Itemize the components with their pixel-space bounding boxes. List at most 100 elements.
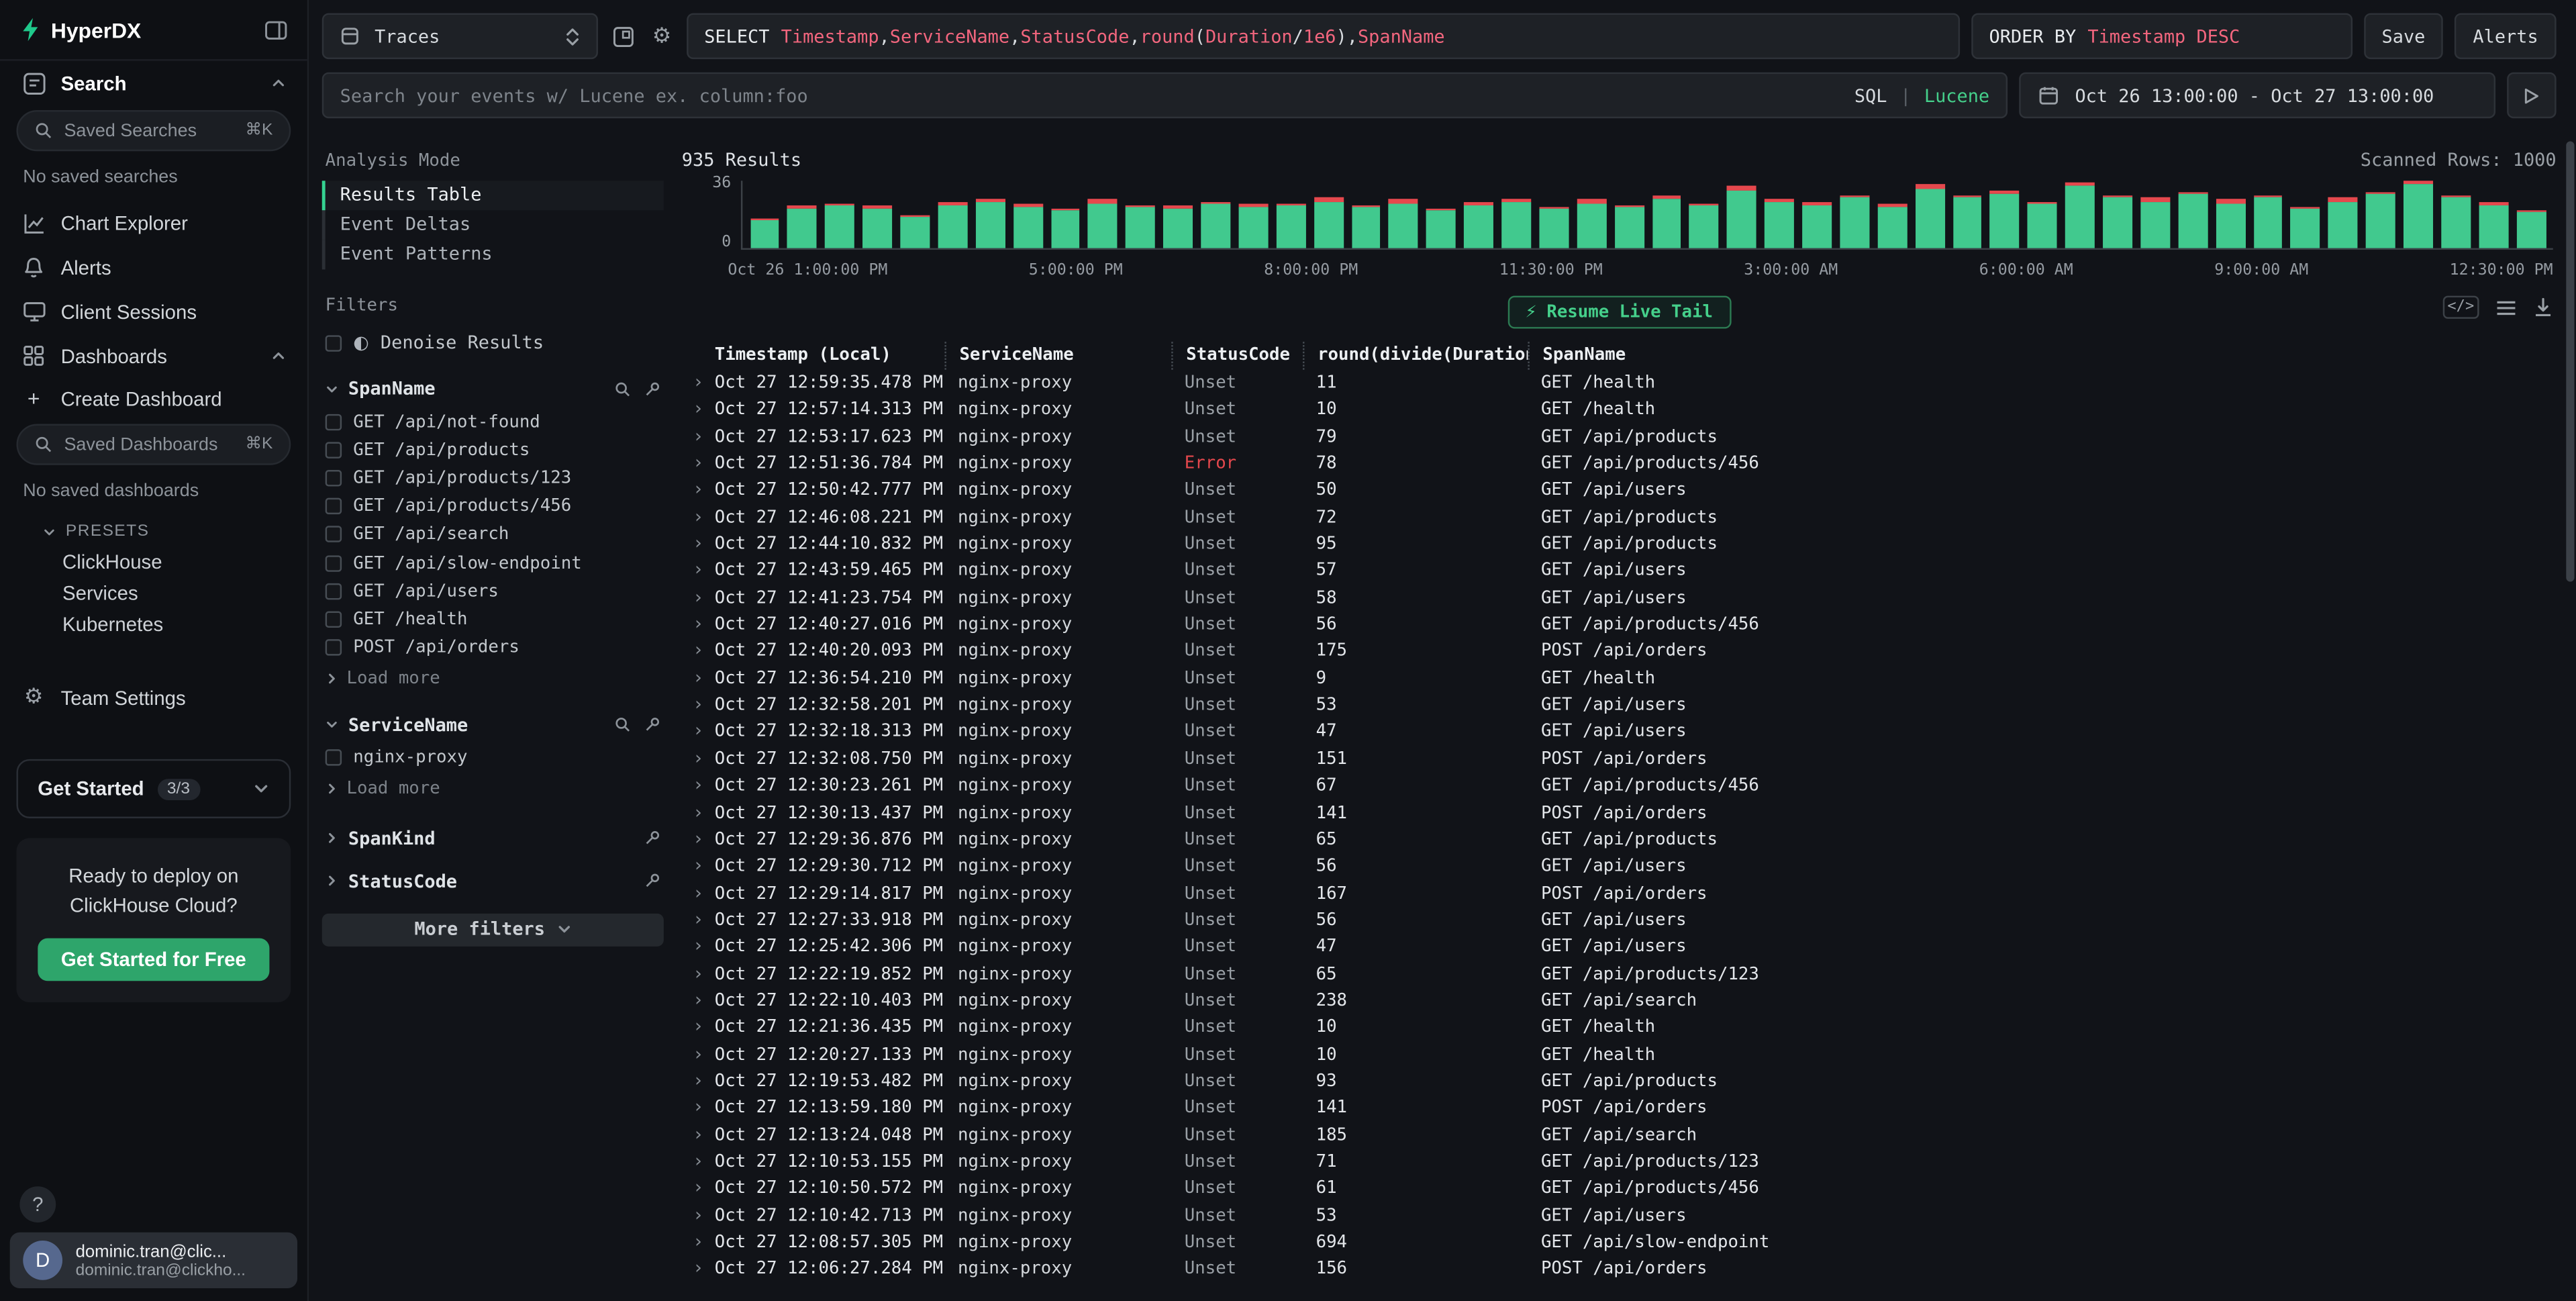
save-button[interactable]: Save <box>2364 13 2444 60</box>
order-by-display[interactable]: ORDER BY Timestamp DESC <box>1971 13 2352 60</box>
row-expand-chevron[interactable]: › <box>682 397 715 424</box>
row-expand-chevron[interactable]: › <box>682 504 715 531</box>
filter-checkbox-item[interactable]: POST /api/orders <box>322 634 664 662</box>
table-row[interactable]: ›Oct 27 12:32:58.201 PMnginx-proxyUnset5… <box>682 692 2557 719</box>
source-settings-gear-icon[interactable]: ⚙ <box>649 26 675 47</box>
filter-checkbox-item[interactable]: GET /api/not-found <box>322 407 664 436</box>
saved-searches-input[interactable]: Saved Searches ⌘K <box>16 110 291 151</box>
pin-icon[interactable] <box>644 830 660 847</box>
table-row[interactable]: ›Oct 27 12:41:23.754 PMnginx-proxyUnset5… <box>682 585 2557 612</box>
chart-bar[interactable] <box>2028 181 2057 248</box>
chart-bar[interactable] <box>1088 181 1118 248</box>
chart-bar[interactable] <box>2103 181 2132 248</box>
row-expand-chevron[interactable]: › <box>682 450 715 477</box>
row-expand-chevron[interactable]: › <box>682 1041 715 1068</box>
row-expand-chevron[interactable]: › <box>682 665 715 692</box>
row-expand-chevron[interactable]: › <box>682 961 715 987</box>
row-expand-chevron[interactable]: › <box>682 746 715 773</box>
table-row[interactable]: ›Oct 27 12:27:33.918 PMnginx-proxyUnset5… <box>682 907 2557 934</box>
chart-bar[interactable] <box>2140 181 2170 248</box>
row-expand-chevron[interactable]: › <box>682 800 715 826</box>
table-row[interactable]: ›Oct 27 12:36:54.210 PMnginx-proxyUnset9… <box>682 665 2557 692</box>
chart-bar[interactable] <box>2216 181 2245 248</box>
chart-bar[interactable] <box>1577 181 1606 248</box>
row-expand-chevron[interactable]: › <box>682 1095 715 1122</box>
code-view-icon[interactable]: </> <box>2442 296 2479 319</box>
table-row[interactable]: ›Oct 27 12:32:08.750 PMnginx-proxyUnset1… <box>682 746 2557 773</box>
table-row[interactable]: ›Oct 27 12:50:42.777 PMnginx-proxyUnset5… <box>682 477 2557 504</box>
get-started-dropdown[interactable]: Get Started 3/3 <box>16 759 291 818</box>
load-more-button[interactable]: Load more <box>322 662 664 698</box>
pin-icon[interactable] <box>644 381 660 397</box>
chevron-up-icon[interactable] <box>271 76 286 91</box>
table-row[interactable]: ›Oct 27 12:30:13.437 PMnginx-proxyUnset1… <box>682 800 2557 826</box>
sidebar-item-services[interactable]: Services <box>0 577 307 608</box>
chart-bar[interactable] <box>1276 181 1305 248</box>
search-input[interactable] <box>340 85 1842 106</box>
source-select[interactable]: Traces <box>322 13 598 60</box>
chart-bar[interactable] <box>1952 181 1982 248</box>
row-expand-chevron[interactable]: › <box>682 826 715 853</box>
hyperdx-logo[interactable]: HyperDX <box>19 17 141 42</box>
table-row[interactable]: ›Oct 27 12:21:36.435 PMnginx-proxyUnset1… <box>682 1014 2557 1041</box>
table-row[interactable]: ›Oct 27 12:08:57.305 PMnginx-proxyUnset6… <box>682 1229 2557 1256</box>
col-header-statuscode[interactable]: StatusCode <box>1171 342 1303 370</box>
row-expand-chevron[interactable]: › <box>682 692 715 719</box>
run-query-button[interactable] <box>2507 73 2556 119</box>
row-expand-chevron[interactable]: › <box>682 773 715 800</box>
row-expand-chevron[interactable]: › <box>682 585 715 612</box>
chart-bar[interactable] <box>1501 181 1531 248</box>
table-row[interactable]: ›Oct 27 12:53:17.623 PMnginx-proxyUnset7… <box>682 424 2557 450</box>
chart-bar[interactable] <box>2178 181 2208 248</box>
chart-bar[interactable] <box>1126 181 1155 248</box>
filter-group-spanname[interactable]: SpanName <box>322 367 664 407</box>
layout-panel-icon[interactable] <box>609 26 638 47</box>
row-expand-chevron[interactable]: › <box>682 1068 715 1095</box>
row-expand-chevron[interactable]: › <box>682 370 715 397</box>
table-row[interactable]: ›Oct 27 12:20:27.133 PMnginx-proxyUnset1… <box>682 1041 2557 1068</box>
chart-bar[interactable] <box>825 181 854 248</box>
row-expand-chevron[interactable]: › <box>682 907 715 934</box>
get-started-for-free-button[interactable]: Get Started for Free <box>38 938 269 981</box>
chart-bar[interactable] <box>900 181 930 248</box>
chart-bar[interactable] <box>1802 181 1832 248</box>
chart-bar[interactable] <box>1877 181 1907 248</box>
row-expand-chevron[interactable]: › <box>682 1122 715 1149</box>
chart-bar[interactable] <box>1464 181 1493 248</box>
chart-bar[interactable] <box>1351 181 1381 248</box>
table-row[interactable]: ›Oct 27 12:10:42.713 PMnginx-proxyUnset5… <box>682 1202 2557 1229</box>
chart-bar[interactable] <box>1652 181 1681 248</box>
chart-bar[interactable] <box>2291 181 2320 248</box>
table-row[interactable]: ›Oct 27 12:10:53.155 PMnginx-proxyUnset7… <box>682 1149 2557 1175</box>
chart-bar[interactable] <box>1689 181 1719 248</box>
chart-bar[interactable] <box>1050 181 1080 248</box>
row-expand-chevron[interactable]: › <box>682 1175 715 1202</box>
table-row[interactable]: ›Oct 27 12:59:35.478 PMnginx-proxyUnset1… <box>682 370 2557 397</box>
col-header-servicename[interactable]: ServiceName <box>944 342 1171 370</box>
chart-bar[interactable] <box>862 181 892 248</box>
chart-bar[interactable] <box>1201 181 1230 248</box>
download-icon[interactable] <box>2533 296 2553 319</box>
chart-bar[interactable] <box>750 181 779 248</box>
table-row[interactable]: ›Oct 27 12:22:19.852 PMnginx-proxyUnset6… <box>682 961 2557 987</box>
alerts-button[interactable]: Alerts <box>2455 13 2556 60</box>
chart-bar[interactable] <box>2404 181 2433 248</box>
row-expand-chevron[interactable]: › <box>682 1229 715 1256</box>
chart-bar[interactable] <box>1314 181 1343 248</box>
table-row[interactable]: ›Oct 27 12:30:23.261 PMnginx-proxyUnset6… <box>682 773 2557 800</box>
table-row[interactable]: ›Oct 27 12:10:50.572 PMnginx-proxyUnset6… <box>682 1175 2557 1202</box>
sidebar-item-alerts[interactable]: Alerts <box>0 245 307 289</box>
row-expand-chevron[interactable]: › <box>682 880 715 907</box>
row-expand-chevron[interactable]: › <box>682 1202 715 1229</box>
filter-checkbox-item[interactable]: GET /api/products/123 <box>322 464 664 492</box>
col-header-spanname[interactable]: SpanName <box>1528 342 2556 370</box>
filter-group-spankind[interactable]: SpanKind <box>322 808 664 857</box>
chart-bar[interactable] <box>2328 181 2358 248</box>
table-row[interactable]: ›Oct 27 12:06:27.284 PMnginx-proxyUnset1… <box>682 1256 2557 1283</box>
table-row[interactable]: ›Oct 27 12:32:18.313 PMnginx-proxyUnset4… <box>682 719 2557 746</box>
more-filters-button[interactable]: More filters <box>322 914 664 947</box>
sidebar-item-dashboards[interactable]: Dashboards <box>0 334 307 378</box>
table-row[interactable]: ›Oct 27 12:25:42.306 PMnginx-proxyUnset4… <box>682 934 2557 961</box>
table-row[interactable]: ›Oct 27 12:51:36.784 PMnginx-proxyError7… <box>682 450 2557 477</box>
sidebar-item-clickhouse[interactable]: ClickHouse <box>0 546 307 577</box>
